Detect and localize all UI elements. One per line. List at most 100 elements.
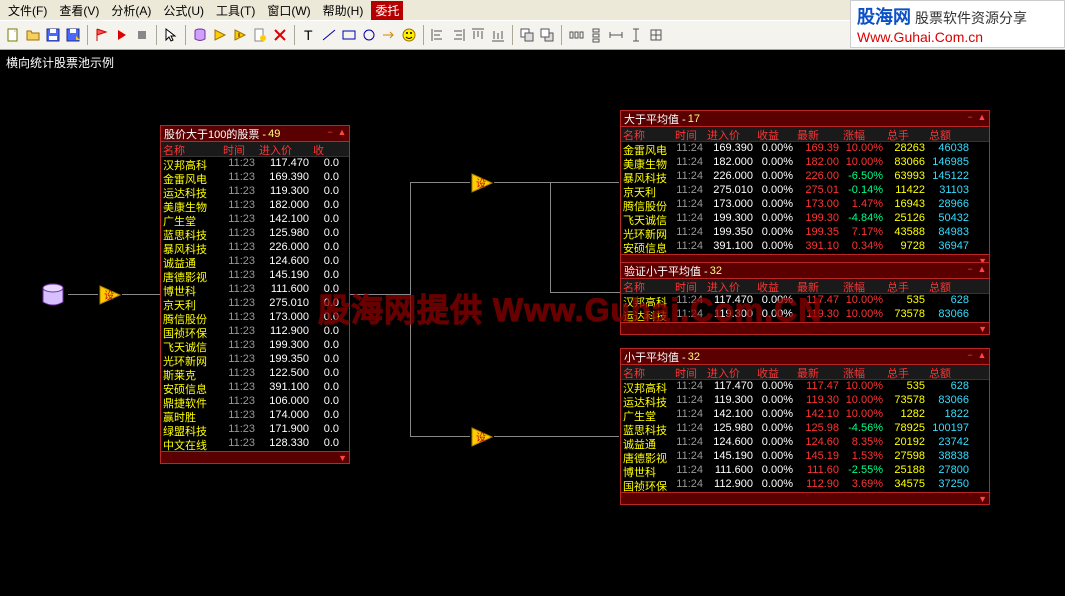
- filter-node-1[interactable]: 设: [98, 284, 122, 306]
- table-row[interactable]: 京天利11:24275.0100.00%275.01-0.14%11422311…: [621, 184, 989, 198]
- toolbar-align-bottom-icon[interactable]: [489, 26, 507, 44]
- toolbar-pointer-icon[interactable]: [162, 26, 180, 44]
- table-row[interactable]: 蓝思科技11:24125.9800.00%125.98-4.56%7892510…: [621, 422, 989, 436]
- table-row[interactable]: 鼎捷软件11:23106.0000.0: [161, 395, 349, 409]
- toolbar-play-icon[interactable]: [113, 26, 131, 44]
- table-row[interactable]: 暴风科技11:23226.0000.0: [161, 241, 349, 255]
- toolbar-marker-icon[interactable]: [251, 26, 269, 44]
- toolbar-delete-icon[interactable]: [271, 26, 289, 44]
- minimize-icon[interactable]: −: [965, 264, 975, 274]
- toolbar-align-top-icon[interactable]: [469, 26, 487, 44]
- table-row[interactable]: 广生堂11:23142.1000.0: [161, 213, 349, 227]
- table-row[interactable]: 运达科技11:24119.3000.00%119.3010.00%7357883…: [621, 394, 989, 408]
- toolbar-open-icon[interactable]: [24, 26, 42, 44]
- table-row[interactable]: 国祯环保11:23112.9000.0: [161, 325, 349, 339]
- table-row[interactable]: 运达科技11:23119.3000.0: [161, 185, 349, 199]
- panel-header[interactable]: 小于平均值 - 32−▲: [621, 349, 989, 365]
- table-row[interactable]: 汉邦高科11:23117.4700.0: [161, 157, 349, 171]
- table-row[interactable]: 金雷风电11:24169.3900.00%169.3910.00%2826346…: [621, 142, 989, 156]
- toolbar-save-icon[interactable]: [44, 26, 62, 44]
- toolbar-stop-icon[interactable]: [133, 26, 151, 44]
- table-row[interactable]: 腾信股份11:23173.0000.0: [161, 311, 349, 325]
- toolbar-saveas-icon[interactable]: [64, 26, 82, 44]
- table-row[interactable]: 京天利11:23275.0100.0: [161, 297, 349, 311]
- menu-7[interactable]: 委托: [371, 1, 403, 20]
- table-row[interactable]: 斯莱克11:23122.5000.0: [161, 367, 349, 381]
- table-row[interactable]: 国祯环保11:24112.9000.00%112.903.69%34575372…: [621, 478, 989, 492]
- table-row[interactable]: 唐德影视11:23145.1900.0: [161, 269, 349, 283]
- panel-price-over-100[interactable]: 股价大于100的股票 - 49−▲名称时间进入价收汉邦高科11:23117.47…: [160, 125, 350, 464]
- table-row[interactable]: 美康生物11:23182.0000.0: [161, 199, 349, 213]
- toolbar-line-icon[interactable]: [320, 26, 338, 44]
- down-icon[interactable]: ▼: [978, 494, 987, 504]
- filter-node-3[interactable]: 设: [470, 426, 494, 448]
- menu-2[interactable]: 分析(A): [107, 1, 155, 20]
- table-row[interactable]: 飞天诚信11:24199.3000.00%199.30-4.84%2512650…: [621, 212, 989, 226]
- table-row[interactable]: 安硕信息11:23391.1000.0: [161, 381, 349, 395]
- toolbar-size-both-icon[interactable]: [647, 26, 665, 44]
- down-icon[interactable]: ▼: [338, 453, 347, 463]
- table-row[interactable]: 博世科11:23111.6000.0: [161, 283, 349, 297]
- minimize-icon[interactable]: −: [965, 350, 975, 360]
- menu-4[interactable]: 工具(T): [212, 1, 259, 20]
- panel-header[interactable]: 验证小于平均值 - 32−▲: [621, 263, 989, 279]
- menu-5[interactable]: 窗口(W): [263, 1, 314, 20]
- table-row[interactable]: 美康生物11:24182.0000.00%182.0010.00%8306614…: [621, 156, 989, 170]
- minimize-icon[interactable]: −: [325, 127, 335, 137]
- table-row[interactable]: 光环新网11:23199.3500.0: [161, 353, 349, 367]
- minimize-icon[interactable]: −: [965, 112, 975, 122]
- filter-node-2[interactable]: 设: [470, 172, 494, 194]
- table-row[interactable]: 运达科技11:24119.3000.00%119.3010.00%7357883…: [621, 308, 989, 322]
- toolbar-align-left-icon[interactable]: [429, 26, 447, 44]
- toolbar-cylinder-icon[interactable]: [191, 26, 209, 44]
- toolbar-text-icon[interactable]: T: [300, 26, 318, 44]
- panel-above-average[interactable]: 大于平均值 - 17−▲名称时间进入价收益最新涨幅总手总额金雷风电11:2416…: [620, 110, 990, 267]
- table-row[interactable]: 光环新网11:24199.3500.00%199.357.17%43588849…: [621, 226, 989, 240]
- toolbar-arrow-icon[interactable]: [380, 26, 398, 44]
- data-source-node[interactable]: [38, 280, 68, 310]
- panel-verify-below-average[interactable]: 验证小于平均值 - 32−▲名称时间进入价收益最新涨幅总手总额汉邦高科11:24…: [620, 262, 990, 335]
- table-row[interactable]: 蓝思科技11:23125.9800.0: [161, 227, 349, 241]
- panel-header[interactable]: 大于平均值 - 17−▲: [621, 111, 989, 127]
- toolbar-layer1-icon[interactable]: [518, 26, 536, 44]
- table-row[interactable]: 中文在线11:23128.3300.0: [161, 437, 349, 451]
- menu-3[interactable]: 公式(U): [159, 1, 208, 20]
- toolbar-dist-h-icon[interactable]: [567, 26, 585, 44]
- up-icon[interactable]: ▲: [977, 264, 987, 274]
- table-row[interactable]: 安硕信息11:24391.1000.00%391.100.34%97283694…: [621, 240, 989, 254]
- up-icon[interactable]: ▲: [977, 112, 987, 122]
- table-row[interactable]: 诚益通11:23124.6000.0: [161, 255, 349, 269]
- toolbar-rect-icon[interactable]: [340, 26, 358, 44]
- workflow-canvas[interactable]: 横向统计股票池示例 设 设 设 股价大于100的股票 - 49−▲名称时间进入价…: [0, 50, 1065, 596]
- table-row[interactable]: 赢时胜11:23174.0000.0: [161, 409, 349, 423]
- toolbar-align-right-icon[interactable]: [449, 26, 467, 44]
- table-row[interactable]: 飞天诚信11:23199.3000.0: [161, 339, 349, 353]
- down-icon[interactable]: ▼: [978, 324, 987, 334]
- toolbar-dist-v-icon[interactable]: [587, 26, 605, 44]
- toolbar-size-v-icon[interactable]: [627, 26, 645, 44]
- toolbar-tristep-icon[interactable]: [231, 26, 249, 44]
- panel-below-average[interactable]: 小于平均值 - 32−▲名称时间进入价收益最新涨幅总手总额汉邦高科11:2411…: [620, 348, 990, 505]
- toolbar-new-icon[interactable]: [4, 26, 22, 44]
- table-row[interactable]: 绿盟科技11:23171.9000.0: [161, 423, 349, 437]
- up-icon[interactable]: ▲: [977, 350, 987, 360]
- menu-1[interactable]: 查看(V): [55, 1, 103, 20]
- table-row[interactable]: 广生堂11:24142.1000.00%142.1010.00%12821822: [621, 408, 989, 422]
- toolbar-circle-icon[interactable]: [360, 26, 378, 44]
- table-row[interactable]: 金雷风电11:23169.3900.0: [161, 171, 349, 185]
- toolbar-flag-icon[interactable]: [93, 26, 111, 44]
- table-row[interactable]: 博世科11:24111.6000.00%111.60-2.55%25188278…: [621, 464, 989, 478]
- up-icon[interactable]: ▲: [337, 127, 347, 137]
- toolbar-triangle-icon[interactable]: [211, 26, 229, 44]
- toolbar-size-h-icon[interactable]: [607, 26, 625, 44]
- table-row[interactable]: 腾信股份11:24173.0000.00%173.001.47%16943289…: [621, 198, 989, 212]
- table-row[interactable]: 汉邦高科11:24117.4700.00%117.4710.00%535628: [621, 380, 989, 394]
- panel-header[interactable]: 股价大于100的股票 - 49−▲: [161, 126, 349, 142]
- toolbar-layer2-icon[interactable]: [538, 26, 556, 44]
- table-row[interactable]: 唐德影视11:24145.1900.00%145.191.53%27598388…: [621, 450, 989, 464]
- menu-0[interactable]: 文件(F): [4, 1, 51, 20]
- menu-6[interactable]: 帮助(H): [319, 1, 368, 20]
- toolbar-smiley-icon[interactable]: [400, 26, 418, 44]
- table-row[interactable]: 汉邦高科11:24117.4700.00%117.4710.00%535628: [621, 294, 989, 308]
- table-row[interactable]: 暴风科技11:24226.0000.00%226.00-6.50%6399314…: [621, 170, 989, 184]
